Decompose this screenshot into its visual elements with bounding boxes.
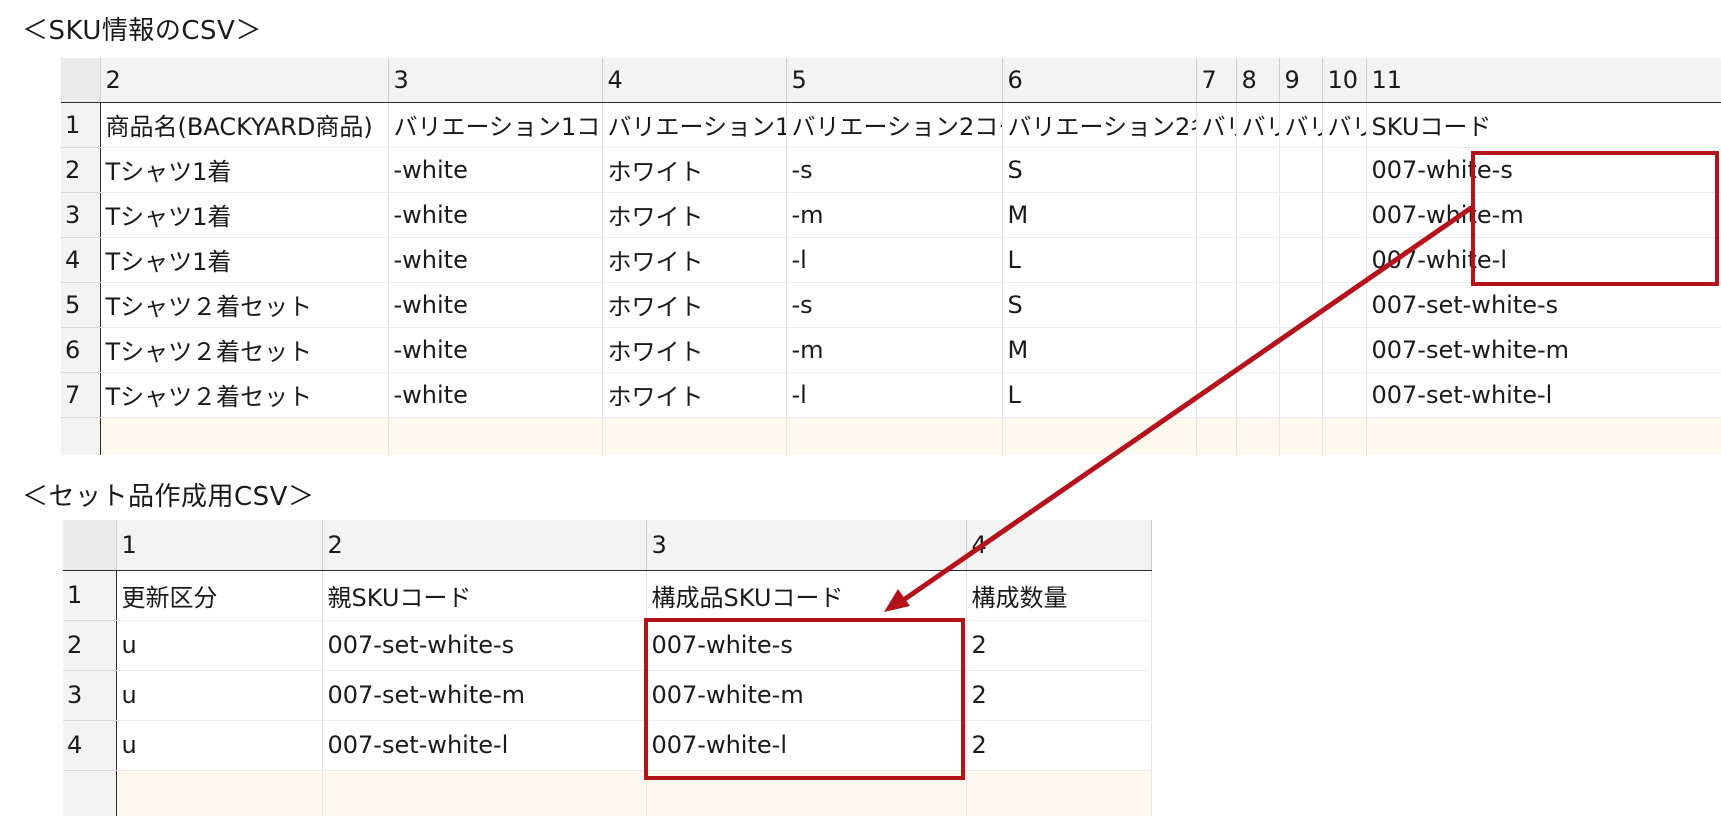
mapping-arrow [884, 205, 1473, 612]
arrow-line [900, 205, 1473, 604]
arrow-head [884, 589, 910, 612]
